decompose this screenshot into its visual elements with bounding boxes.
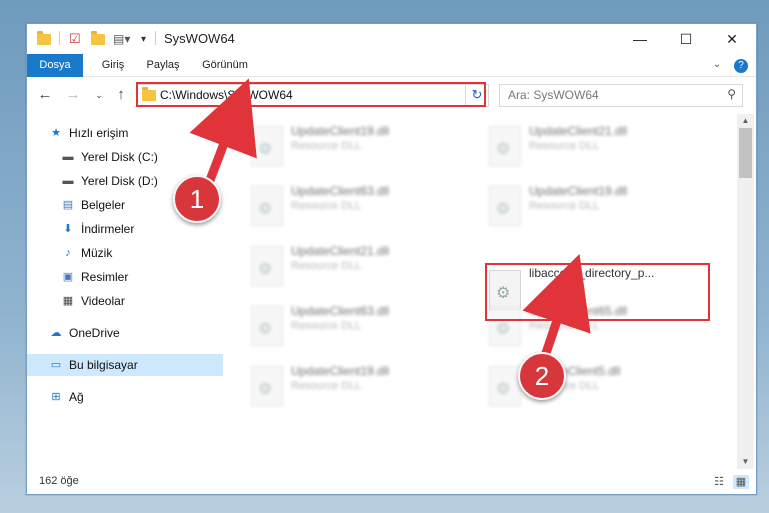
- arrow-2: [522, 253, 591, 367]
- annotation-badge-1: 1: [173, 175, 221, 223]
- annotation-overlay: [189, 78, 591, 367]
- annotation-badge-2: 2: [518, 352, 566, 400]
- arrow-1: [189, 78, 257, 193]
